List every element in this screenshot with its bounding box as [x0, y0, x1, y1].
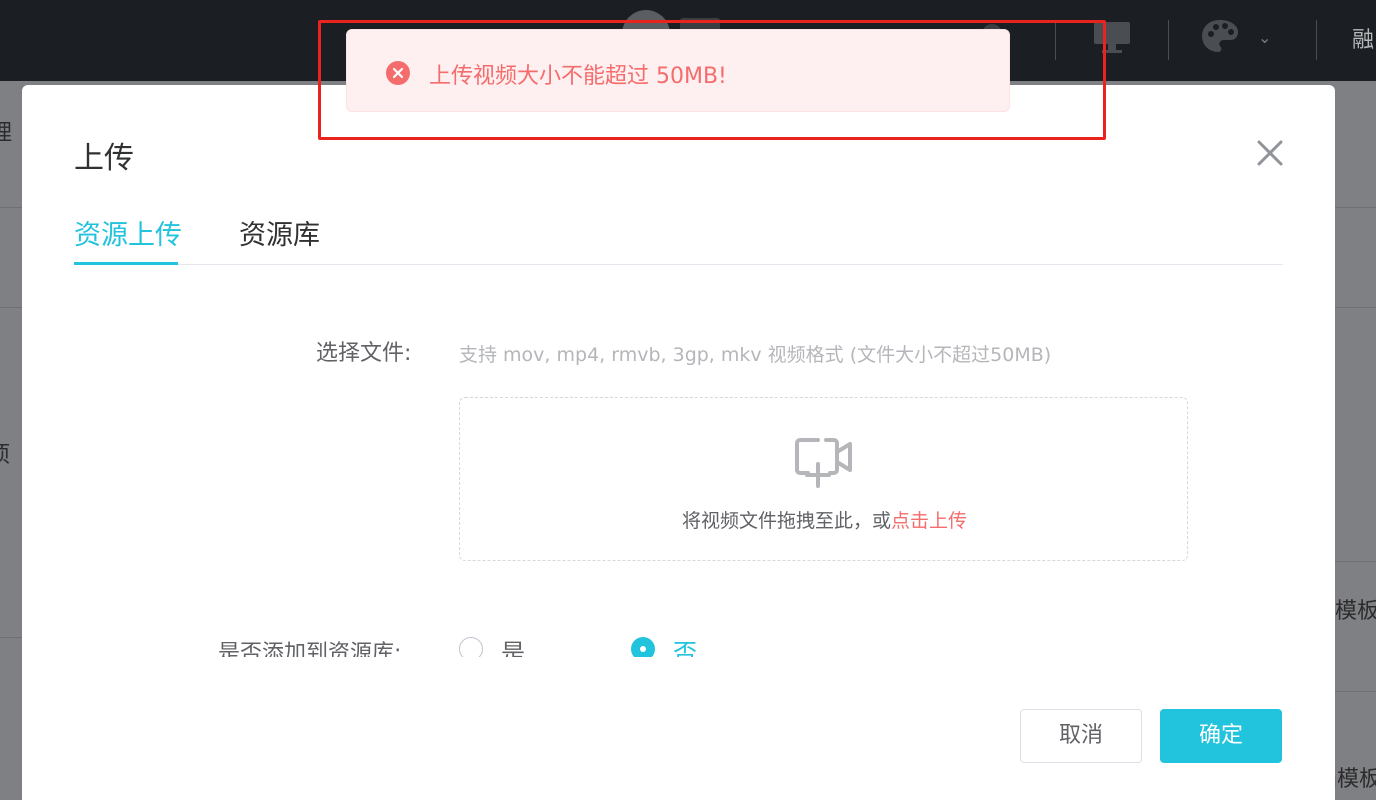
nav-divider — [1316, 20, 1317, 60]
bg-label: 理 — [0, 121, 13, 146]
bg-divider — [1335, 691, 1376, 692]
add-to-library-row: 是否添加到资源库: 是 否 — [22, 625, 1335, 657]
bg-divider — [1335, 207, 1376, 208]
click-upload-link[interactable]: 点击上传 — [891, 510, 967, 532]
add-to-library-label: 是否添加到资源库: — [218, 641, 402, 657]
chevron-down-icon[interactable]: ⌄ — [1258, 28, 1278, 48]
bg-divider — [1335, 307, 1376, 308]
bg-label: 项 — [0, 437, 10, 469]
palette-icon[interactable] — [1200, 18, 1240, 54]
radio-label: 否 — [673, 639, 697, 657]
select-file-label: 选择文件: — [316, 341, 412, 366]
dropzone-instruction: 将视频文件拖拽至此，或 — [681, 510, 891, 532]
upload-dropzone[interactable]: 将视频文件拖拽至此，或点击上传 — [459, 397, 1188, 561]
tab-bar: 资源上传 资源库 — [74, 213, 1283, 265]
nav-divider — [1168, 20, 1169, 60]
error-circle-icon — [386, 61, 410, 85]
confirm-button[interactable]: 确定 — [1160, 709, 1282, 763]
file-format-hint: 支持 mov, mp4, rmvb, 3gp, mkv 视频格式 (文件大小不超… — [459, 344, 1052, 366]
active-tab-indicator — [74, 262, 178, 265]
close-icon[interactable] — [1250, 133, 1290, 173]
tab-resource-upload[interactable]: 资源上传 — [74, 213, 182, 265]
bg-divider — [0, 637, 22, 638]
radio-circle[interactable] — [631, 637, 655, 657]
video-upload-icon — [795, 438, 852, 488]
error-message: 上传视频大小不能超过 50MB! — [429, 64, 727, 89]
error-toast: 上传视频大小不能超过 50MB! — [346, 29, 1010, 112]
bg-divider — [0, 207, 22, 208]
bg-divider — [0, 307, 22, 308]
user-name[interactable]: 融 — [1352, 22, 1374, 54]
tab-resource-library[interactable]: 资源库 — [239, 213, 320, 265]
dropzone-text: 将视频文件拖拽至此，或点击上传 — [460, 506, 1189, 533]
cancel-button[interactable]: 取消 — [1020, 709, 1142, 763]
bg-label: 模板 — [1335, 599, 1376, 624]
radio-label: 是 — [501, 639, 525, 657]
dialog-title: 上传 — [74, 141, 134, 176]
upload-dialog: 上传 资源上传 资源库 选择文件: 支持 mov, mp4, rmvb, 3gp… — [22, 85, 1335, 800]
bg-divider — [1335, 561, 1376, 562]
radio-circle[interactable] — [459, 637, 483, 657]
